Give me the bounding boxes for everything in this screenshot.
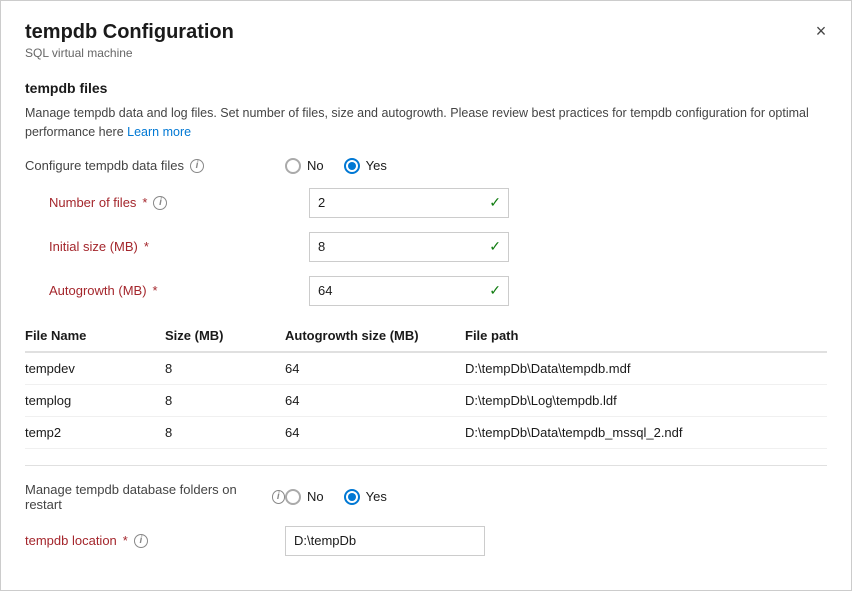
cell-autogrowth: 64 bbox=[285, 352, 465, 385]
tempdb-location-input[interactable] bbox=[285, 526, 485, 556]
files-table: File Name Size (MB) Autogrowth size (MB)… bbox=[25, 322, 827, 449]
section-title: tempdb files bbox=[25, 80, 827, 96]
manage-folders-radio-group: No Yes bbox=[285, 489, 387, 505]
manage-no-radio[interactable] bbox=[285, 489, 301, 505]
manage-folders-row: Manage tempdb database folders on restar… bbox=[25, 482, 827, 512]
cell-size: 8 bbox=[165, 416, 285, 448]
tempdb-config-dialog: tempdb Configuration SQL virtual machine… bbox=[0, 0, 852, 591]
cell-size: 8 bbox=[165, 384, 285, 416]
initial-size-label: Initial size (MB) * bbox=[49, 239, 309, 254]
autogrowth-input-wrapper: ✓ bbox=[309, 276, 509, 306]
learn-more-link[interactable]: Learn more bbox=[127, 125, 191, 139]
col-header-filepath: File path bbox=[465, 322, 827, 352]
number-of-files-row: Number of files * i ✓ bbox=[49, 188, 827, 218]
configure-data-files-row: Configure tempdb data files i No Yes bbox=[25, 158, 827, 174]
configure-yes-option[interactable]: Yes bbox=[344, 158, 387, 174]
manage-yes-option[interactable]: Yes bbox=[344, 489, 387, 505]
configure-data-files-label: Configure tempdb data files i bbox=[25, 158, 285, 173]
files-table-body: tempdev 8 64 D:\tempDb\Data\tempdb.mdf t… bbox=[25, 352, 827, 449]
number-of-files-check-icon: ✓ bbox=[489, 194, 501, 211]
configure-yes-radio[interactable] bbox=[344, 158, 360, 174]
autogrowth-label: Autogrowth (MB) * bbox=[49, 283, 309, 298]
manage-no-option[interactable]: No bbox=[285, 489, 324, 505]
initial-size-check-icon: ✓ bbox=[489, 238, 501, 255]
table-row: tempdev 8 64 D:\tempDb\Data\tempdb.mdf bbox=[25, 352, 827, 385]
close-button[interactable]: × bbox=[807, 17, 835, 45]
section-divider bbox=[25, 465, 827, 466]
autogrowth-row: Autogrowth (MB) * ✓ bbox=[49, 276, 827, 306]
tempdb-location-row: tempdb location * i bbox=[25, 526, 827, 556]
col-header-size: Size (MB) bbox=[165, 322, 285, 352]
manage-folders-info-icon[interactable]: i bbox=[272, 490, 285, 504]
configure-no-option[interactable]: No bbox=[285, 158, 324, 174]
col-header-autogrowth: Autogrowth size (MB) bbox=[285, 322, 465, 352]
number-of-files-input[interactable] bbox=[309, 188, 509, 218]
section-description: Manage tempdb data and log files. Set nu… bbox=[25, 104, 827, 142]
tempdb-location-label: tempdb location * i bbox=[25, 533, 285, 548]
autogrowth-input[interactable] bbox=[309, 276, 509, 306]
manage-yes-radio[interactable] bbox=[344, 489, 360, 505]
col-header-filename: File Name bbox=[25, 322, 165, 352]
configure-no-radio[interactable] bbox=[285, 158, 301, 174]
number-of-files-input-wrapper: ✓ bbox=[309, 188, 509, 218]
cell-filepath: D:\tempDb\Data\tempdb_mssql_2.ndf bbox=[465, 416, 827, 448]
cell-filename: temp2 bbox=[25, 416, 165, 448]
number-of-files-info-icon[interactable]: i bbox=[153, 196, 167, 210]
configure-data-files-radio-group: No Yes bbox=[285, 158, 387, 174]
cell-autogrowth: 64 bbox=[285, 384, 465, 416]
number-of-files-label: Number of files * i bbox=[49, 195, 309, 210]
configure-data-files-info-icon[interactable]: i bbox=[190, 159, 204, 173]
autogrowth-check-icon: ✓ bbox=[489, 282, 501, 299]
table-header-row: File Name Size (MB) Autogrowth size (MB)… bbox=[25, 322, 827, 352]
cell-filename: templog bbox=[25, 384, 165, 416]
dialog-title: tempdb Configuration bbox=[25, 21, 827, 44]
dialog-header: tempdb Configuration SQL virtual machine bbox=[1, 1, 851, 68]
dialog-subtitle: SQL virtual machine bbox=[25, 46, 827, 60]
initial-size-input-wrapper: ✓ bbox=[309, 232, 509, 262]
initial-size-row: Initial size (MB) * ✓ bbox=[49, 232, 827, 262]
dialog-body: tempdb files Manage tempdb data and log … bbox=[1, 68, 851, 590]
cell-filepath: D:\tempDb\Log\tempdb.ldf bbox=[465, 384, 827, 416]
files-table-section: File Name Size (MB) Autogrowth size (MB)… bbox=[25, 322, 827, 449]
tempdb-location-info-icon[interactable]: i bbox=[134, 534, 148, 548]
table-row: temp2 8 64 D:\tempDb\Data\tempdb_mssql_2… bbox=[25, 416, 827, 448]
cell-filename: tempdev bbox=[25, 352, 165, 385]
cell-filepath: D:\tempDb\Data\tempdb.mdf bbox=[465, 352, 827, 385]
initial-size-input[interactable] bbox=[309, 232, 509, 262]
cell-size: 8 bbox=[165, 352, 285, 385]
manage-folders-label: Manage tempdb database folders on restar… bbox=[25, 482, 285, 512]
cell-autogrowth: 64 bbox=[285, 416, 465, 448]
indented-fields: Number of files * i ✓ Initial size (MB) … bbox=[25, 188, 827, 306]
table-row: templog 8 64 D:\tempDb\Log\tempdb.ldf bbox=[25, 384, 827, 416]
